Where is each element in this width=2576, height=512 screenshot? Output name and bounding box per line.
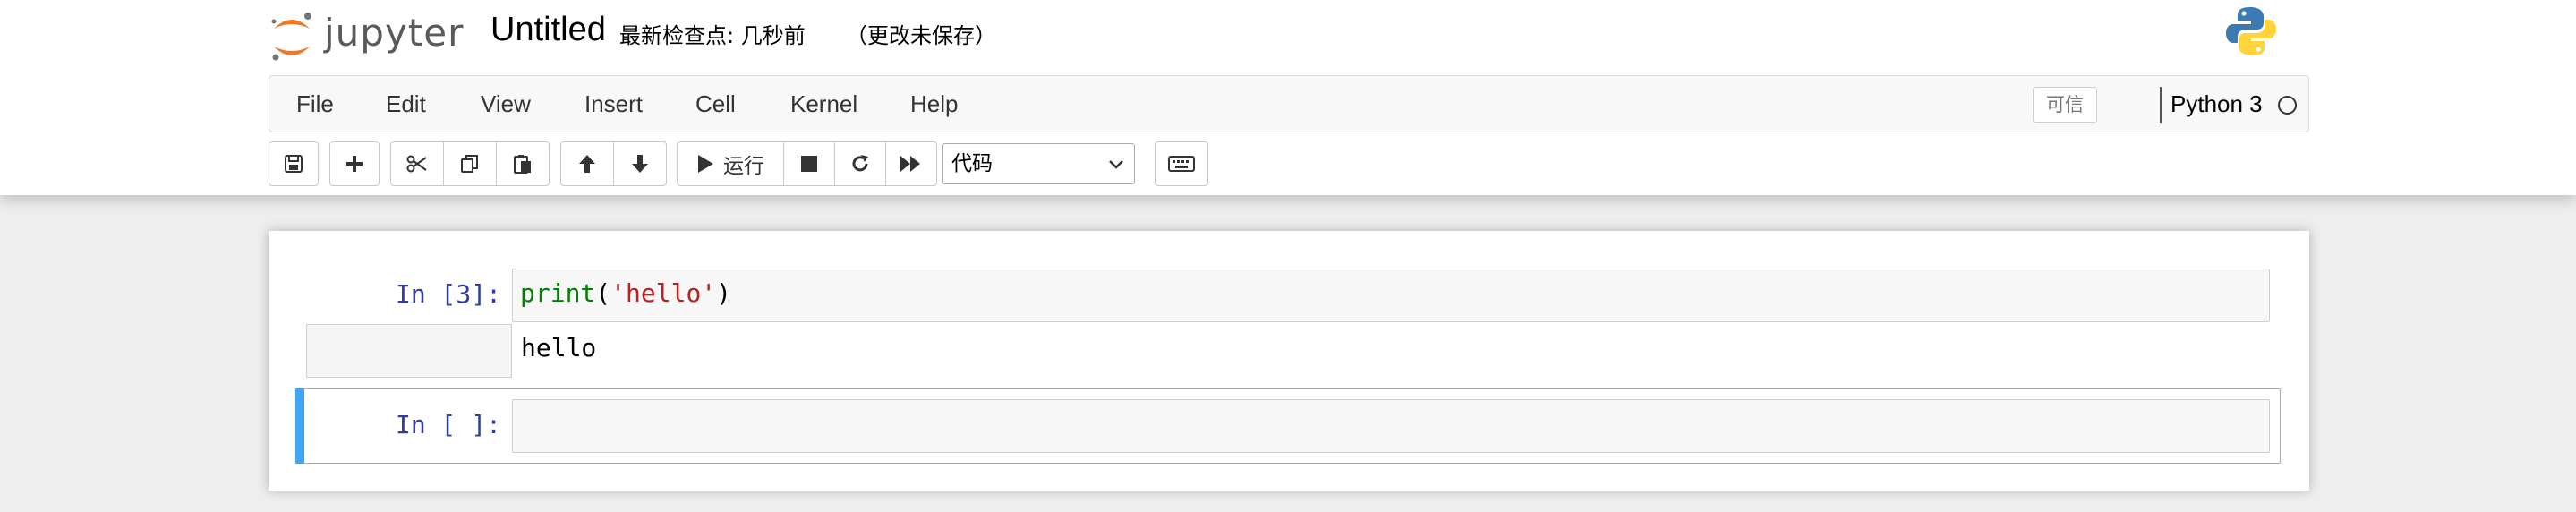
run-button[interactable]: 运行 — [677, 141, 784, 186]
interrupt-button[interactable] — [783, 141, 835, 186]
restart-run-all-button[interactable] — [885, 141, 937, 186]
paste-button[interactable] — [496, 141, 550, 186]
autosave-status: （更改未保存） — [846, 23, 996, 48]
restart-button[interactable] — [834, 141, 886, 186]
jupyter-logo[interactable]: jupyter — [269, 7, 483, 66]
paste-icon — [514, 155, 531, 174]
python-logo-icon — [2225, 5, 2277, 57]
copy-icon — [461, 155, 478, 173]
menu-edit[interactable]: Edit — [386, 90, 426, 118]
output-prompt-area[interactable] — [306, 324, 512, 378]
menubar: File Edit View Insert Cell Kernel Help 可… — [269, 75, 2309, 132]
menu-cell[interactable]: Cell — [695, 90, 736, 118]
trusted-indicator[interactable]: 可信 — [2033, 87, 2097, 123]
arrow-down-icon — [632, 155, 648, 173]
cell-type-select[interactable]: 代码 — [942, 143, 1135, 184]
notebook-title[interactable]: Untitled — [490, 11, 606, 49]
restart-icon — [852, 155, 868, 172]
notebook-container: In [3]: print('hello') hello In [ ]: — [269, 231, 2309, 491]
menu-view[interactable]: View — [481, 90, 531, 118]
code-line: print('hello') — [520, 278, 731, 308]
code-input[interactable] — [512, 399, 2270, 453]
keyboard-icon — [1168, 156, 1195, 172]
save-button[interactable] — [269, 141, 319, 186]
input-prompt: In [ ]: — [395, 410, 501, 439]
copy-button[interactable] — [443, 141, 497, 186]
cut-button[interactable] — [390, 141, 444, 186]
move-up-button[interactable] — [560, 141, 614, 186]
move-down-button[interactable] — [613, 141, 667, 186]
menu-help[interactable]: Help — [910, 90, 958, 118]
chevron-down-icon — [1109, 160, 1123, 169]
code-token-builtin: print — [520, 278, 596, 308]
arrow-up-icon — [579, 155, 595, 173]
jupyter-logo-icon — [271, 13, 311, 61]
kernel-name[interactable]: Python 3 — [2171, 90, 2263, 118]
code-input[interactable]: print('hello') — [512, 269, 2270, 322]
kernel-separator — [2160, 87, 2162, 123]
input-prompt: In [3]: — [395, 279, 501, 309]
cut-icon — [406, 155, 427, 173]
save-icon — [285, 155, 303, 173]
stop-icon — [801, 156, 817, 172]
command-palette-button[interactable] — [1155, 141, 1208, 186]
code-token-punc: ( — [595, 278, 611, 308]
cell-type-value: 代码 — [951, 152, 993, 175]
fast-forward-icon — [900, 156, 920, 172]
code-token-string: 'hello' — [610, 278, 717, 308]
menu-kernel[interactable]: Kernel — [790, 90, 857, 118]
menu-file[interactable]: File — [296, 90, 334, 118]
logo-text: jupyter — [324, 11, 465, 55]
cell-output: hello — [521, 333, 597, 363]
run-label: 运行 — [723, 155, 764, 178]
header-bar: jupyter Untitled 最新检查点: 几秒前 （更改未保存） — [269, 0, 2309, 73]
code-token-punc: ) — [716, 278, 732, 308]
menu-insert[interactable]: Insert — [584, 90, 643, 118]
kernel-status-icon — [2278, 96, 2297, 115]
header: jupyter Untitled 最新检查点: 几秒前 （更改未保存） File… — [0, 0, 2576, 195]
checkpoint-status: 最新检查点: 几秒前 — [619, 23, 806, 48]
insert-cell-button[interactable] — [329, 141, 380, 186]
plus-icon — [346, 156, 363, 172]
play-icon — [698, 155, 713, 173]
